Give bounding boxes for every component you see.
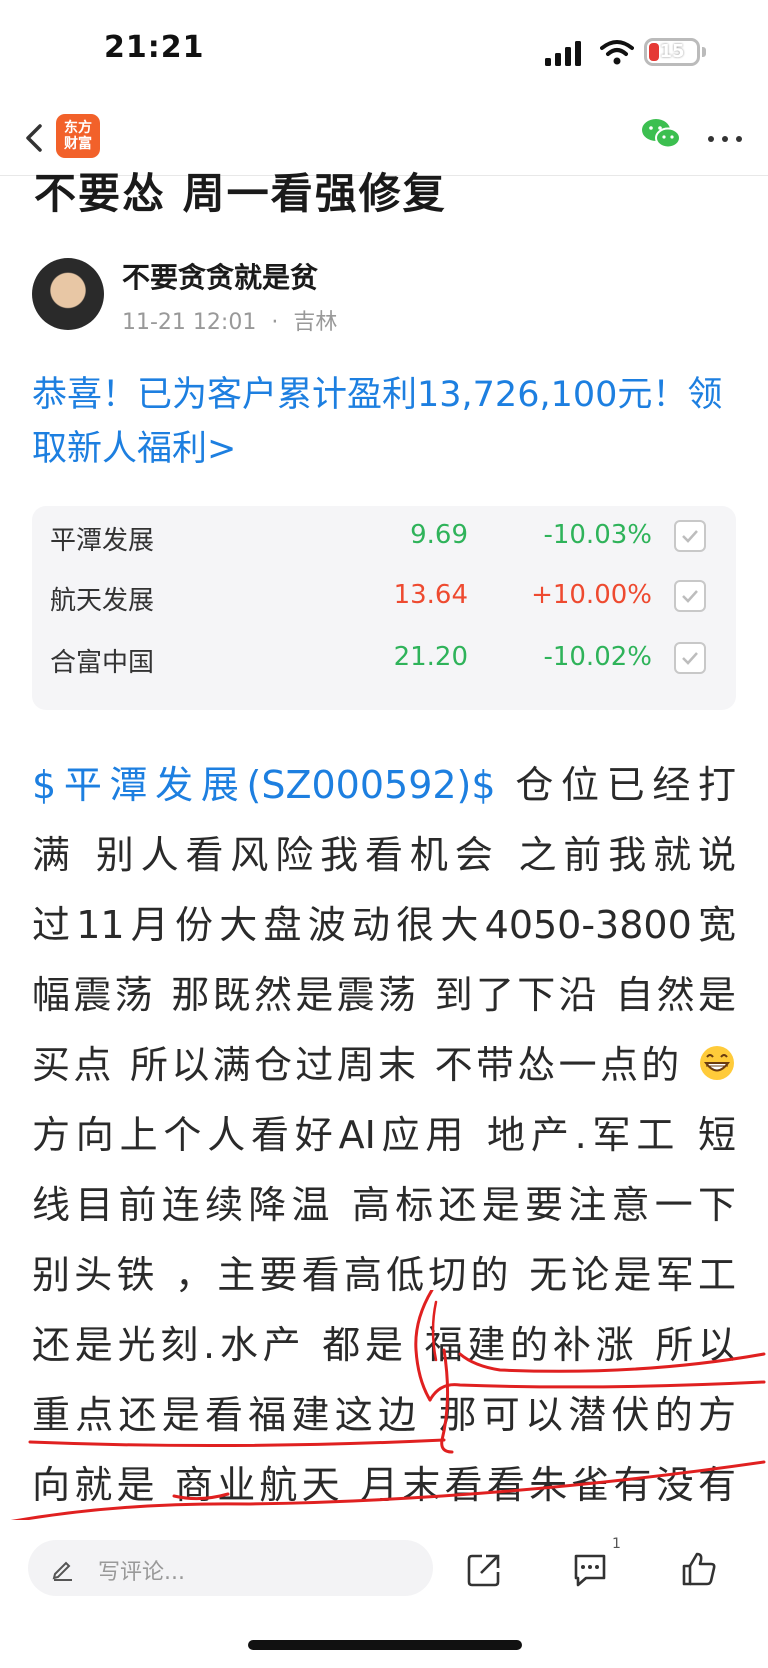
back-icon[interactable] <box>20 118 50 158</box>
cellular-signal-icon <box>545 41 581 66</box>
wifi-icon <box>600 40 634 65</box>
body-text: 仓位已经打 <box>515 763 736 807</box>
body-line: 别头铁 ，主要看高低切的 无论是军工 <box>32 1253 736 1297</box>
body-line: 还是光刻.水产 都是 福建的补涨 所以 <box>32 1323 736 1367</box>
nav-bar: 东方 财富 <box>0 100 768 176</box>
stock-name: 平潭发展 <box>50 526 155 556</box>
body-line: 重点还是看福建这边 那可以潜伏的方 <box>32 1393 736 1437</box>
body-line: 向就是 商业航天 月末看看朱雀有没有 <box>32 1463 736 1507</box>
battery-percentage: 15 <box>659 41 685 62</box>
stock-change: -10.03% <box>543 520 652 550</box>
body-line: 满 别人看风险我看机会 之前我就说 <box>32 833 736 877</box>
promo-banner-link[interactable]: 恭喜！已为客户累计盈利13,726,100元！领取新人福利> <box>32 368 732 476</box>
checkmark-icon <box>682 530 698 543</box>
post-location: 吉林 <box>293 310 338 335</box>
stock-change: +10.00% <box>531 580 652 610</box>
stock-price: 13.64 <box>393 580 468 610</box>
add-watchlist-checkbox[interactable] <box>674 520 706 552</box>
author-name[interactable]: 不要贪贪就是贫 <box>122 256 318 296</box>
stock-name: 合富中国 <box>50 648 155 678</box>
author-avatar[interactable] <box>32 258 104 330</box>
post-date: 11-21 12:01 <box>122 310 257 335</box>
body-line: 线目前连续降温 高标还是要注意一下 <box>32 1183 736 1227</box>
comment-count: 1 <box>612 1536 621 1552</box>
app-logo[interactable]: 东方 财富 <box>56 114 100 158</box>
stock-row[interactable]: 合富中国 21.20 -10.02% <box>32 628 736 690</box>
body-line: 幅震荡 那既然是震荡 到了下沿 自然是 <box>32 973 736 1017</box>
home-indicator[interactable] <box>248 1640 522 1650</box>
stock-card: 平潭发展 9.69 -10.03% 航天发展 13.64 +10.00% 合富中… <box>32 506 736 710</box>
body-line: 买点 所以满仓过周末 不带怂一点的 <box>32 1030 736 1100</box>
add-watchlist-checkbox[interactable] <box>674 642 706 674</box>
checkmark-icon <box>682 652 698 665</box>
comment-input[interactable]: 写评论... <box>28 1540 433 1596</box>
wechat-icon[interactable] <box>640 116 682 152</box>
post-body: $平潭发展(SZ000592)$ 仓位已经打 满 别人看风险我看机会 之前我就说… <box>32 750 736 1520</box>
share-icon[interactable] <box>466 1552 502 1588</box>
status-bar: 21:21 15 <box>0 0 768 100</box>
stock-change: -10.02% <box>543 642 652 672</box>
app-logo-line2: 财富 <box>64 136 92 152</box>
pencil-icon <box>52 1561 72 1581</box>
stock-price: 21.20 <box>393 642 468 672</box>
battery-cap <box>702 47 706 57</box>
status-time: 21:21 <box>104 30 205 65</box>
stock-price: 9.69 <box>410 520 468 550</box>
stock-name: 航天发展 <box>50 586 155 616</box>
article-title: 不要怂 周一看强修复 <box>34 169 447 218</box>
body-line: 方向上个人看好AI应用 地产.军工 短 <box>32 1113 736 1157</box>
body-line: $平潭发展(SZ000592)$ 仓位已经打 <box>32 750 736 820</box>
comment-icon[interactable] <box>572 1552 608 1588</box>
body-text: 买点 所以满仓过周末 不带怂一点的 <box>32 1043 683 1087</box>
meta-separator: · <box>271 310 279 335</box>
post-meta: 11-21 12:01 · 吉林 <box>122 304 345 336</box>
add-watchlist-checkbox[interactable] <box>674 580 706 612</box>
checkmark-icon <box>682 590 698 603</box>
more-icon[interactable] <box>705 134 745 144</box>
body-line: 过11月份大盘波动很大4050-3800宽 <box>32 903 736 947</box>
stock-tag-link[interactable]: $平潭发展(SZ000592)$ <box>32 763 496 807</box>
app-logo-line1: 东方 <box>64 120 92 136</box>
bottom-action-bar: 写评论... 1 <box>0 1520 768 1610</box>
comment-placeholder: 写评论... <box>98 1560 185 1585</box>
grinning-face-emoji-icon <box>699 1046 734 1080</box>
stock-row[interactable]: 航天发展 13.64 +10.00% <box>32 566 736 628</box>
like-icon[interactable] <box>680 1550 718 1588</box>
stock-row[interactable]: 平潭发展 9.69 -10.03% <box>32 506 736 568</box>
low-battery-icon: 15 <box>644 38 700 66</box>
